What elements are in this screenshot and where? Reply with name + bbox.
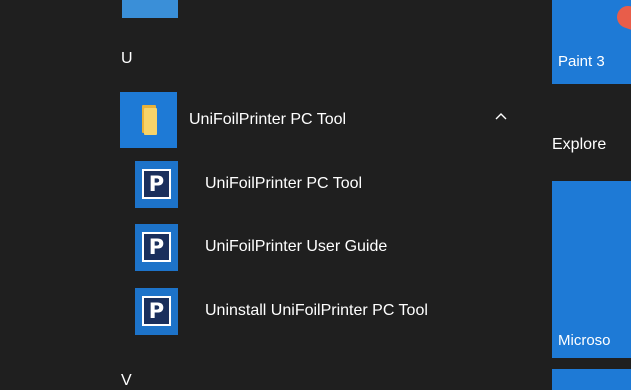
tile-label: Microso (558, 332, 611, 349)
list-item-label: UniFoilPrinter PC Tool (205, 175, 363, 192)
unifoilprinter-p-icon: P (135, 160, 178, 208)
tile-partial-bottom[interactable] (552, 369, 631, 390)
tile-microsoft[interactable]: Microso (552, 181, 631, 358)
paint-3d-icon (613, 2, 631, 32)
list-item-unifoilprinter-pc-tool[interactable]: P UniFoilPrinter PC Tool (135, 156, 535, 212)
live-tiles-column: Paint 3 Explore Microso (548, 0, 631, 390)
unifoilprinter-p-icon: P (135, 223, 178, 271)
tile-paint-3d[interactable]: Paint 3 (552, 0, 631, 84)
list-item-uninstall-unifoilprinter-pc-tool[interactable]: P Uninstall UniFoilPrinter PC Tool (135, 283, 535, 339)
start-menu-app-list: U UniFoilPrinter PC Tool P UniFoilPrinte… (0, 0, 548, 390)
group-header-v[interactable]: V (121, 372, 132, 390)
tile-section-label: Explore (552, 136, 607, 153)
list-item-label: UniFoilPrinter User Guide (205, 238, 388, 255)
tile-label: Paint 3 (558, 53, 605, 70)
list-item-label: Uninstall UniFoilPrinter PC Tool (205, 302, 428, 319)
chevron-up-icon (495, 113, 507, 120)
group-header-u[interactable]: U (121, 50, 133, 68)
folder-icon (141, 105, 157, 135)
folder-label: UniFoilPrinter PC Tool (189, 111, 347, 128)
list-item-unifoilprinter-user-guide[interactable]: P UniFoilPrinter User Guide (135, 219, 535, 275)
folder-tile (120, 92, 177, 148)
folder-unifoilprinter-pc-tool[interactable]: UniFoilPrinter PC Tool (120, 92, 538, 148)
partial-app-tile[interactable] (122, 0, 178, 18)
unifoilprinter-p-icon: P (135, 287, 178, 335)
